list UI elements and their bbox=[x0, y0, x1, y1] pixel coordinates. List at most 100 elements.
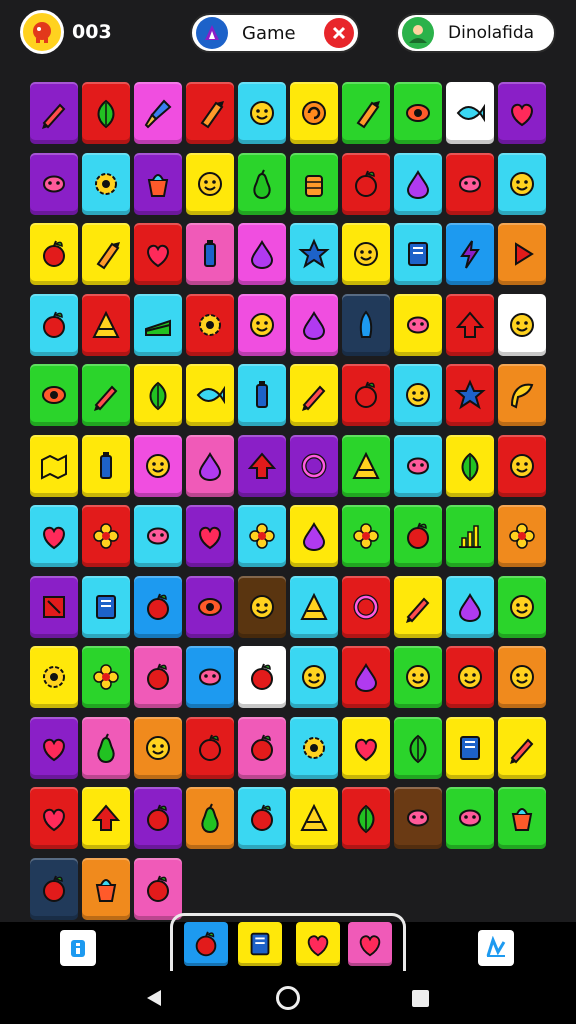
tile[interactable] bbox=[134, 82, 182, 144]
tile[interactable] bbox=[82, 434, 130, 497]
tile[interactable] bbox=[498, 575, 546, 638]
tile[interactable] bbox=[186, 152, 234, 215]
tile[interactable] bbox=[134, 434, 182, 497]
tile[interactable] bbox=[342, 787, 390, 849]
tile[interactable] bbox=[30, 787, 78, 849]
tile[interactable] bbox=[30, 82, 78, 144]
tile[interactable] bbox=[498, 223, 546, 285]
tile[interactable] bbox=[446, 505, 494, 567]
tile[interactable] bbox=[498, 646, 546, 708]
hand-tile[interactable] bbox=[184, 922, 228, 966]
tile[interactable] bbox=[446, 152, 494, 215]
tile[interactable] bbox=[290, 434, 338, 497]
tile[interactable] bbox=[134, 505, 182, 567]
tile[interactable] bbox=[446, 575, 494, 638]
back-button[interactable] bbox=[145, 988, 163, 1012]
tile[interactable] bbox=[394, 575, 442, 638]
tile[interactable] bbox=[30, 646, 78, 708]
tile[interactable] bbox=[134, 646, 182, 708]
tile[interactable] bbox=[82, 716, 130, 779]
tile[interactable] bbox=[238, 434, 286, 497]
tile[interactable] bbox=[186, 505, 234, 567]
tile[interactable] bbox=[30, 857, 78, 920]
tile[interactable] bbox=[394, 716, 442, 779]
tile[interactable] bbox=[290, 152, 338, 215]
tile[interactable] bbox=[134, 716, 182, 779]
tile[interactable] bbox=[446, 434, 494, 497]
tile[interactable] bbox=[238, 716, 286, 779]
tile[interactable] bbox=[342, 152, 390, 215]
tile[interactable] bbox=[498, 716, 546, 779]
tile[interactable] bbox=[290, 364, 338, 426]
tile[interactable] bbox=[238, 646, 286, 708]
tile[interactable] bbox=[30, 293, 78, 356]
recents-button[interactable] bbox=[412, 990, 429, 1007]
tile[interactable] bbox=[342, 223, 390, 285]
tile[interactable] bbox=[394, 434, 442, 497]
tile[interactable] bbox=[290, 505, 338, 567]
tile[interactable] bbox=[446, 82, 494, 144]
tile[interactable] bbox=[394, 364, 442, 426]
tile[interactable] bbox=[290, 716, 338, 779]
tile[interactable] bbox=[238, 505, 286, 567]
tile[interactable] bbox=[290, 293, 338, 356]
tile[interactable] bbox=[290, 646, 338, 708]
user-pill[interactable]: Dinolafida bbox=[396, 13, 556, 53]
tile[interactable] bbox=[342, 505, 390, 567]
tile[interactable] bbox=[498, 434, 546, 497]
tile[interactable] bbox=[394, 152, 442, 215]
tile[interactable] bbox=[290, 575, 338, 638]
hint-button[interactable] bbox=[60, 930, 96, 966]
tile[interactable] bbox=[30, 152, 78, 215]
tile[interactable] bbox=[30, 434, 78, 497]
tile[interactable] bbox=[498, 505, 546, 567]
tile[interactable] bbox=[186, 716, 234, 779]
tile[interactable] bbox=[82, 646, 130, 708]
tile[interactable] bbox=[186, 434, 234, 497]
tile[interactable] bbox=[238, 575, 286, 638]
tile[interactable] bbox=[446, 293, 494, 356]
tile[interactable] bbox=[394, 293, 442, 356]
tile[interactable] bbox=[82, 364, 130, 426]
tile[interactable] bbox=[446, 223, 494, 285]
tile[interactable] bbox=[238, 223, 286, 285]
tile[interactable] bbox=[394, 787, 442, 849]
tile[interactable] bbox=[186, 575, 234, 638]
tile[interactable] bbox=[342, 293, 390, 356]
player-avatar[interactable] bbox=[20, 10, 64, 54]
hand-tile[interactable] bbox=[296, 922, 340, 966]
tile[interactable] bbox=[30, 575, 78, 638]
shuffle-button[interactable] bbox=[478, 930, 514, 966]
tile[interactable] bbox=[498, 364, 546, 426]
hand-tile[interactable] bbox=[238, 922, 282, 966]
tile[interactable] bbox=[134, 364, 182, 426]
tile[interactable] bbox=[134, 223, 182, 285]
tile[interactable] bbox=[238, 82, 286, 144]
tile[interactable] bbox=[82, 152, 130, 215]
tile[interactable] bbox=[342, 364, 390, 426]
tile[interactable] bbox=[290, 787, 338, 849]
tile[interactable] bbox=[82, 293, 130, 356]
home-button[interactable] bbox=[276, 986, 300, 1010]
tile[interactable] bbox=[498, 293, 546, 356]
tile[interactable] bbox=[290, 82, 338, 144]
tile[interactable] bbox=[342, 82, 390, 144]
tile[interactable] bbox=[82, 82, 130, 144]
tile[interactable] bbox=[30, 223, 78, 285]
tile[interactable] bbox=[82, 575, 130, 638]
tile[interactable] bbox=[30, 505, 78, 567]
tile[interactable] bbox=[186, 82, 234, 144]
tile[interactable] bbox=[30, 364, 78, 426]
tile[interactable] bbox=[446, 787, 494, 849]
tile[interactable] bbox=[134, 857, 182, 920]
tile[interactable] bbox=[186, 364, 234, 426]
tile[interactable] bbox=[238, 787, 286, 849]
tile[interactable] bbox=[394, 223, 442, 285]
tile[interactable] bbox=[82, 857, 130, 920]
tile[interactable] bbox=[342, 646, 390, 708]
tile[interactable] bbox=[82, 223, 130, 285]
close-button[interactable] bbox=[324, 18, 354, 48]
hand-tile[interactable] bbox=[348, 922, 392, 966]
tile[interactable] bbox=[186, 646, 234, 708]
tile[interactable] bbox=[134, 293, 182, 356]
